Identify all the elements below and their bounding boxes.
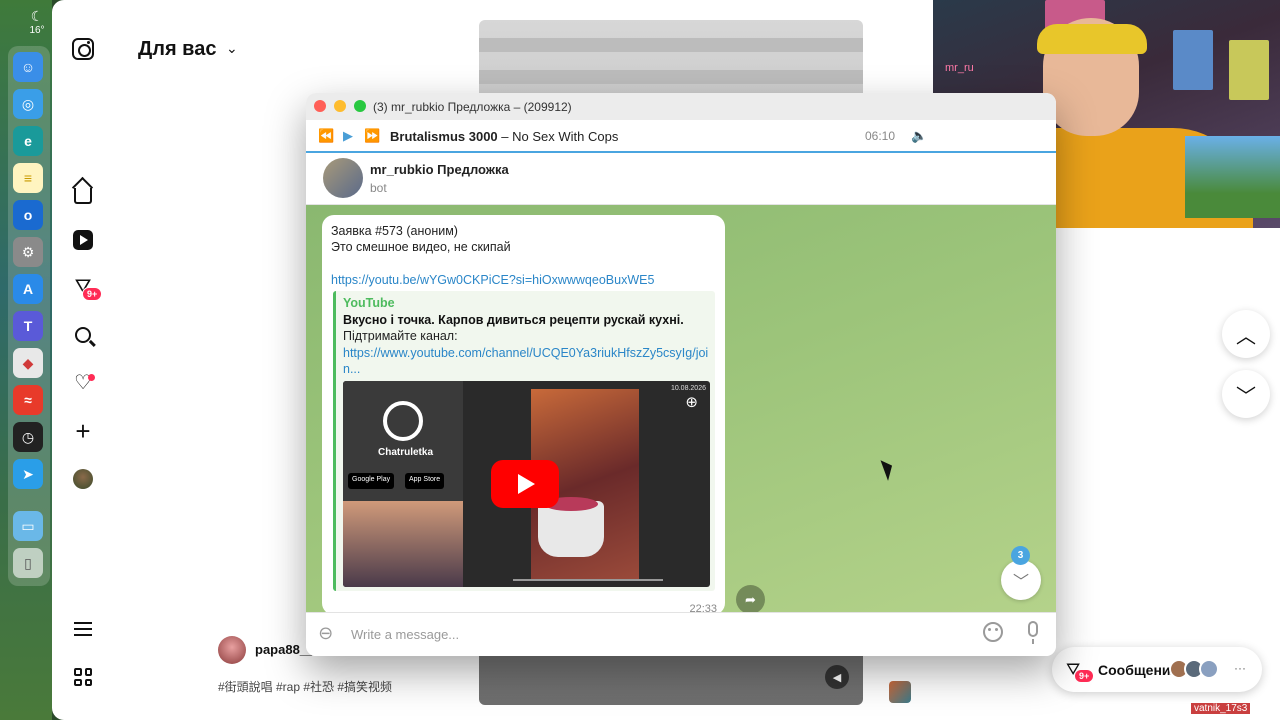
dock: ☺ ◎ e ≡ o ⚙ A T ◆ ≈ ◷ ➤ ▭ ▯	[8, 46, 50, 586]
anydesk-icon[interactable]: ≈	[13, 385, 43, 415]
google-play-badge: Google Play	[348, 473, 395, 489]
next-track-icon[interactable]: ⏩	[364, 128, 380, 144]
thumb-date: 10.08.2026	[670, 385, 706, 392]
audio-thumbnail[interactable]	[889, 681, 911, 703]
menu-icon[interactable]	[72, 618, 94, 640]
chat-name: mr_rubkio Предложка	[370, 162, 509, 177]
link-preview[interactable]: YouTube Вкусно і точка. Карпов дивиться …	[333, 291, 715, 591]
chatruletka-logo-icon	[383, 401, 423, 441]
close-button[interactable]	[314, 100, 326, 112]
video-thumbnail[interactable]: Chatruletka Google Play App Store 10.08.…	[343, 381, 710, 587]
cooking-pot	[538, 497, 604, 557]
forward-icon[interactable]: ➦	[736, 585, 765, 614]
scroll-to-bottom-button[interactable]: ﹀	[1001, 560, 1041, 600]
streamer-face	[343, 501, 463, 587]
unread-count-badge: 3	[1011, 546, 1030, 565]
system-settings-icon[interactable]: ⚙	[13, 237, 43, 267]
track-time: 06:10	[865, 129, 896, 143]
message-bubble[interactable]: Заявка #573 (аноним) Это смешное видео, …	[322, 215, 725, 615]
wall-poster	[1229, 40, 1269, 100]
launchpad-icon[interactable]: ◆	[13, 348, 43, 378]
weather-widget[interactable]: ☾ 16°	[22, 8, 52, 36]
recent-chats-avatars	[1169, 659, 1219, 679]
youtube-play-icon[interactable]	[491, 460, 559, 508]
zoom-icon[interactable]: ⊕	[685, 393, 698, 411]
chat-area: Заявка #573 (аноним) Это смешное видео, …	[306, 205, 1056, 615]
neon-sign: mr_ru	[945, 62, 974, 74]
telegram-window: (3) mr_rubkio Предложка – (209912) ⏪ ▶ ⏩…	[306, 93, 1056, 656]
notifications-badge: 9+	[82, 287, 103, 301]
chat-avatar[interactable]	[323, 158, 363, 198]
scroll-down-button[interactable]: ﹀	[1222, 370, 1270, 418]
scroll-up-button[interactable]: ︿	[1222, 310, 1270, 358]
preview-site: YouTube	[343, 296, 395, 310]
feed-title[interactable]: Для вас	[138, 38, 216, 61]
preview-description: Підтримайте канал:	[343, 329, 458, 343]
more-apps-icon[interactable]	[72, 666, 94, 688]
outlook-icon[interactable]: o	[13, 200, 43, 230]
tv-screen	[1185, 136, 1280, 218]
messages-badge: 9+	[1074, 669, 1095, 683]
message-line: Это смешное видео, не скипай	[331, 240, 511, 254]
messages-label: Сообщения	[1098, 662, 1179, 678]
minimize-button[interactable]	[334, 100, 346, 112]
bridge-beam	[479, 70, 863, 84]
previous-track-icon[interactable]: ⏪	[318, 128, 334, 144]
home-icon[interactable]	[72, 182, 94, 204]
activity-dot	[88, 374, 95, 381]
post-hashtags[interactable]: #街頭說唱 #rap #社恐 #搞笑视频	[218, 678, 392, 695]
trash-icon[interactable]: ▯	[13, 548, 43, 578]
window-title: (3) mr_rubkio Предложка – (209912)	[373, 100, 572, 114]
reels-icon[interactable]	[72, 229, 94, 251]
telegram-icon[interactable]: ➤	[13, 459, 43, 489]
username-overlay: vatnik_17s3	[1191, 703, 1251, 714]
edge-icon[interactable]: e	[13, 126, 43, 156]
volume-icon[interactable]: 🔈	[911, 128, 927, 144]
plus-icon[interactable]: +	[72, 416, 94, 446]
profile-avatar[interactable]	[72, 468, 94, 490]
chevron-down-icon[interactable]: ⌄	[226, 40, 238, 57]
microphone-icon[interactable]	[1028, 621, 1038, 644]
message-link[interactable]: https://youtu.be/wYGw0CKPiCE?si=hiOxwwwq…	[331, 273, 654, 287]
bridge-beam	[479, 38, 863, 52]
instagram-logo-icon[interactable]	[72, 38, 94, 60]
volume-icon[interactable]: ◀	[825, 665, 849, 689]
safari-icon[interactable]: ◎	[13, 89, 43, 119]
headband	[1037, 24, 1147, 54]
weather-temperature: 16°	[29, 25, 45, 36]
message-input[interactable]	[351, 623, 911, 645]
post-author-avatar[interactable]	[218, 636, 246, 664]
preview-title: Вкусно і точка. Карпов дивиться рецепти …	[343, 313, 684, 327]
message-composer: ⊘	[306, 612, 1056, 656]
emoji-icon[interactable]	[983, 622, 1003, 642]
video-scrubber	[513, 579, 663, 581]
music-player: ⏪ ▶ ⏩ Brutalismus 3000 – No Sex With Cop…	[306, 120, 1056, 153]
preview-link[interactable]: https://www.youtube.com/channel/UCQE0Ya3…	[343, 345, 713, 377]
window-titlebar[interactable]: (3) mr_rubkio Предложка – (209912)	[306, 93, 1056, 120]
chat-header[interactable]: mr_rubkio Предложка bot	[306, 153, 1056, 205]
thumb-brand: Chatruletka	[378, 447, 434, 458]
message-line: Заявка #573 (аноним)	[331, 224, 458, 238]
play-icon[interactable]: ▶	[343, 128, 353, 144]
moon-icon: ☾	[30, 8, 44, 24]
app-store-badge: App Store	[405, 473, 445, 489]
folder-icon[interactable]: ▭	[13, 511, 43, 541]
teams-icon[interactable]: T	[13, 311, 43, 341]
activity-monitor-icon[interactable]: ◷	[13, 422, 43, 452]
finder-icon[interactable]: ☺	[13, 52, 43, 82]
app-store-icon[interactable]: A	[13, 274, 43, 304]
more-icon: ···	[1234, 661, 1246, 675]
search-icon[interactable]	[72, 324, 94, 346]
attach-icon[interactable]: ⊘	[313, 621, 338, 647]
zoom-button[interactable]	[354, 100, 366, 112]
messages-pill[interactable]: ⛛ 9+ Сообщения ···	[1052, 647, 1262, 692]
notes-icon[interactable]: ≡	[13, 163, 43, 193]
wall-poster	[1173, 30, 1213, 90]
chat-status: bot	[370, 181, 387, 195]
now-playing[interactable]: Brutalismus 3000 – No Sex With Cops	[390, 129, 618, 144]
